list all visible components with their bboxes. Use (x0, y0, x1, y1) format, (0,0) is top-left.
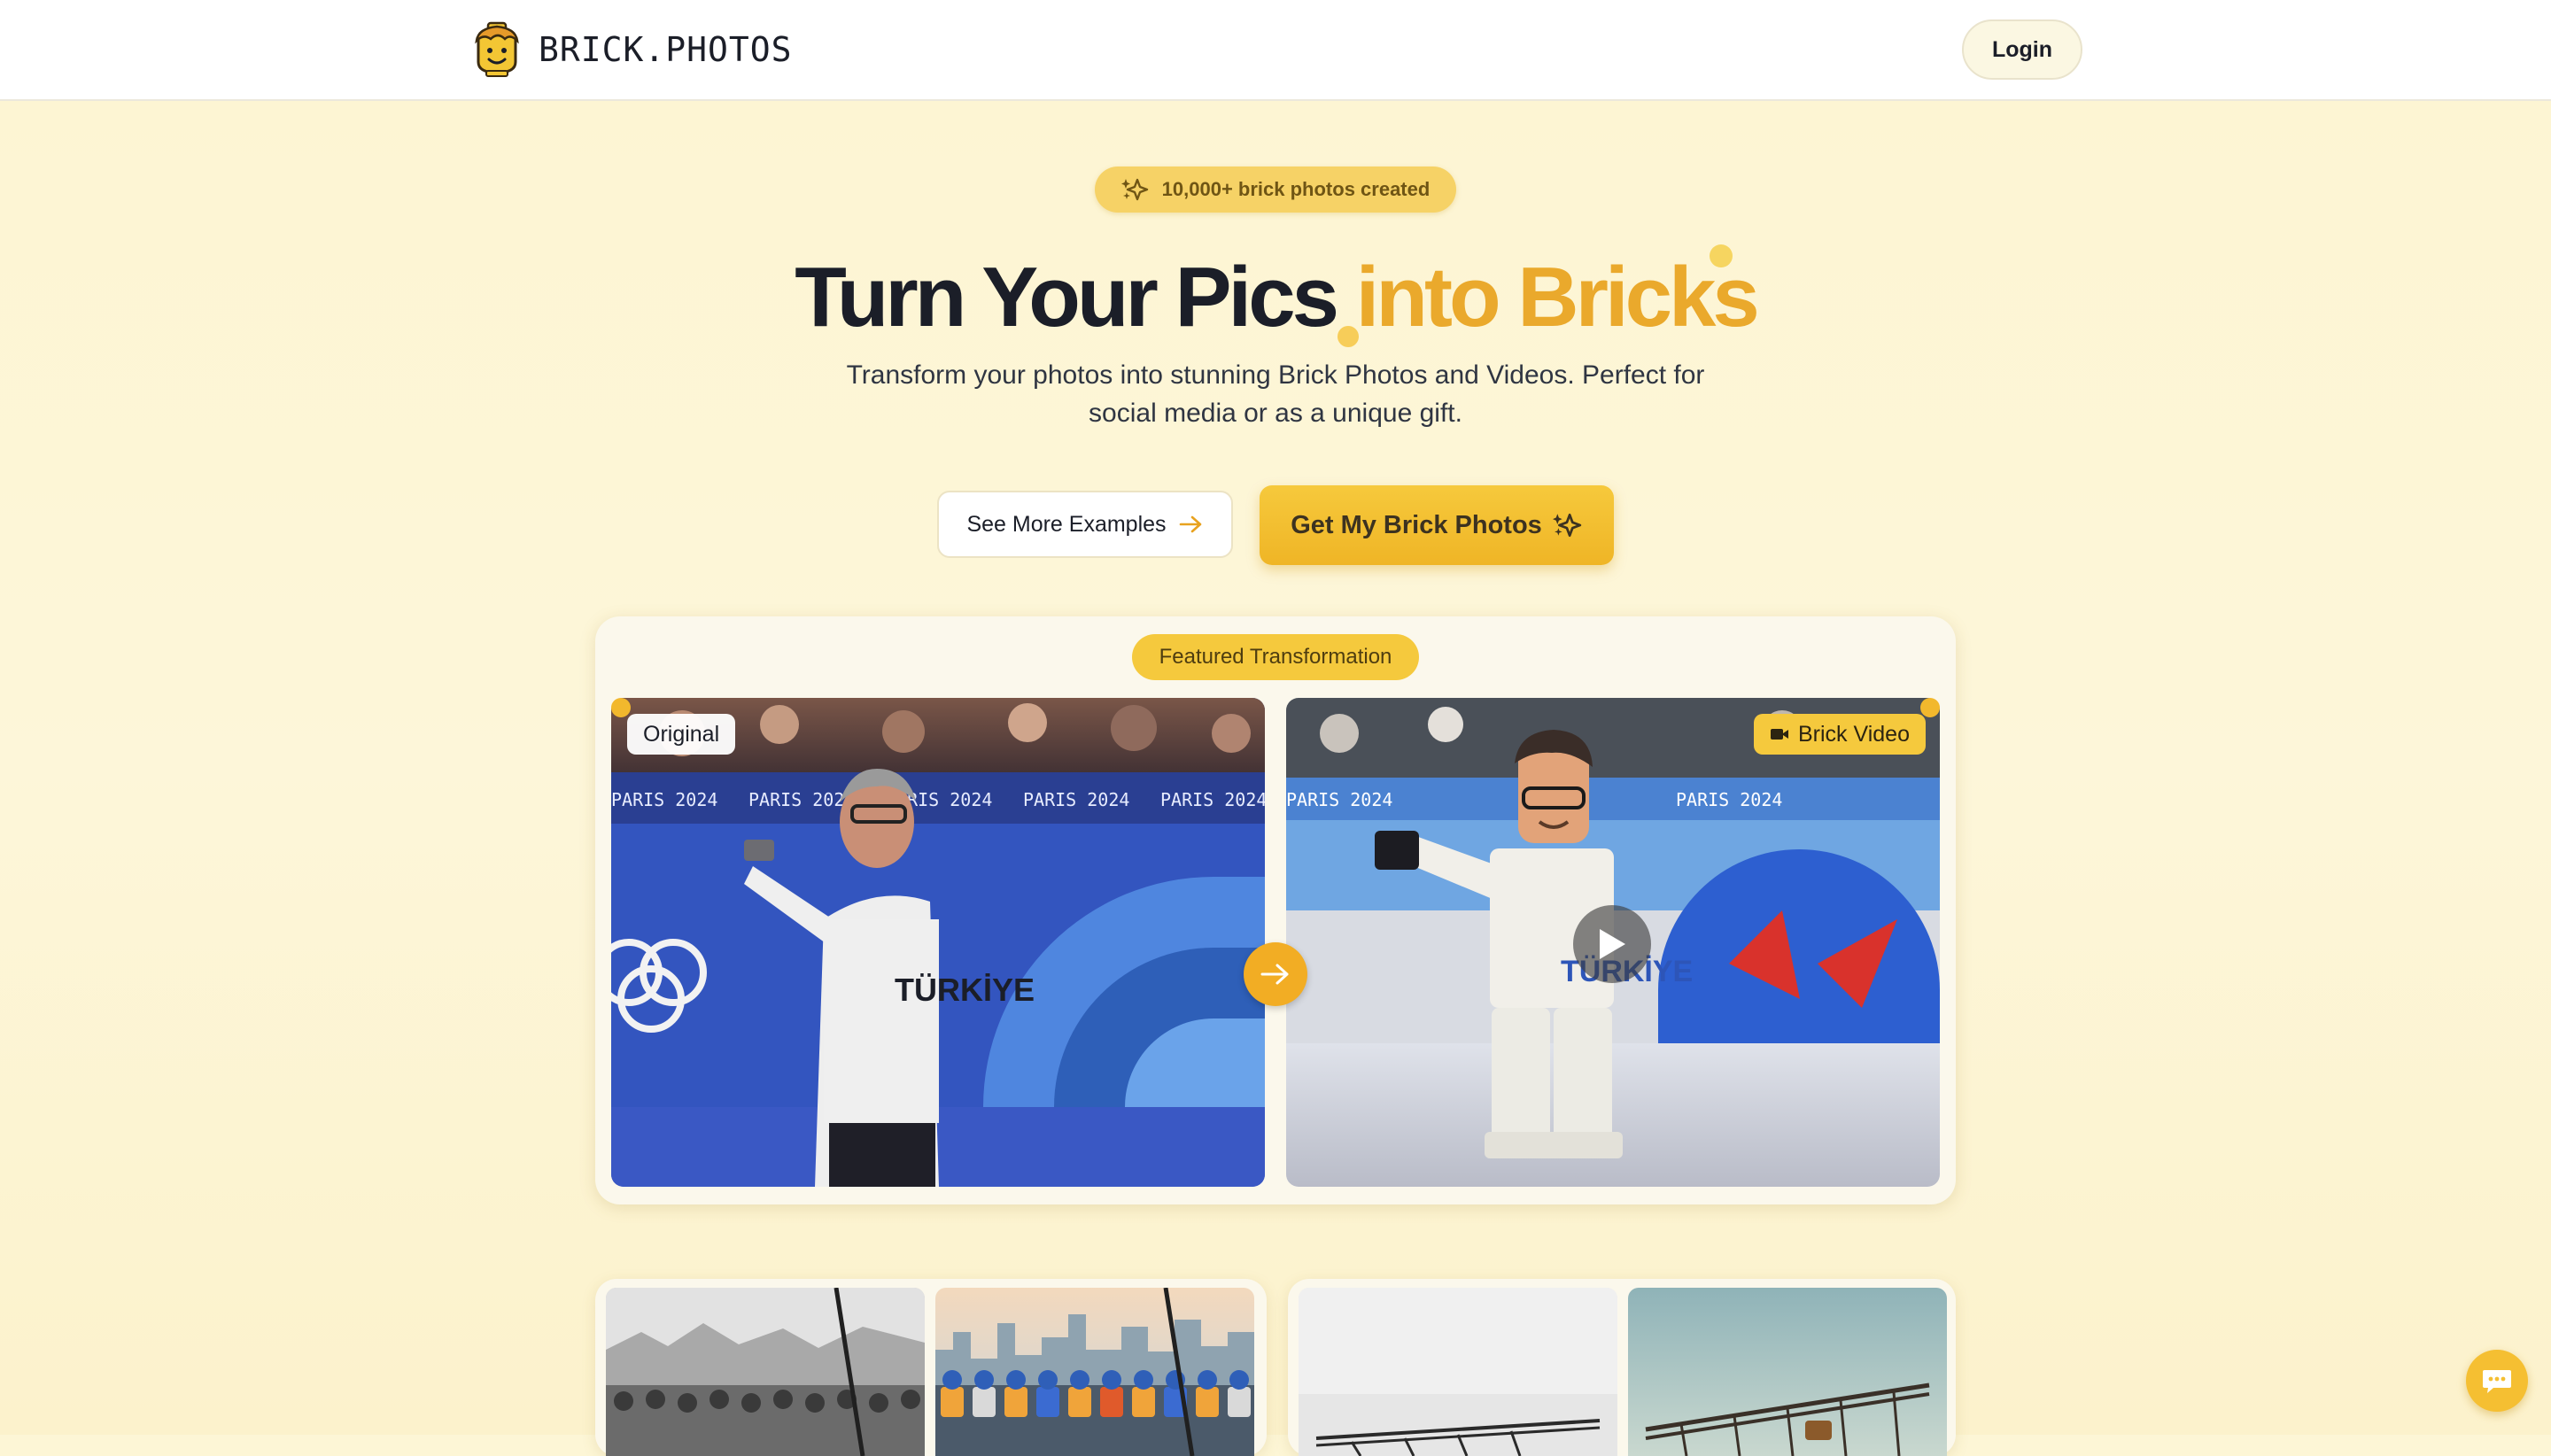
site-header: BRICK.PHOTOS Login (0, 0, 2551, 101)
get-brick-photos-button[interactable]: Get My Brick Photos (1260, 485, 1614, 565)
arrow-right-icon (1260, 964, 1289, 985)
gallery-thumb-original[interactable] (1299, 1288, 1617, 1456)
original-photo-image: PARIS 2024 PARIS 2024 PARIS 2024 PARIS 2… (611, 698, 1265, 1187)
arrow-right-icon (1179, 515, 1201, 533)
backdrop-text: PARIS 2024 (611, 789, 717, 810)
video-camera-icon (1771, 729, 1788, 740)
brick-video-label: Brick Video (1754, 714, 1926, 755)
brick-head-icon (475, 21, 519, 77)
sparkle-icon (1552, 513, 1582, 538)
backdrop-text: PARIS 2024 (1160, 789, 1265, 810)
gallery-thumb-brick[interactable] (935, 1288, 1254, 1456)
play-video-button[interactable] (1573, 905, 1651, 983)
corner-dot (611, 698, 631, 717)
sparkle-icon (1120, 178, 1148, 201)
brick-video-text: Brick Video (1798, 721, 1910, 747)
backdrop-text: PARIS 2024 (1676, 789, 1782, 810)
transform-arrow-button[interactable] (1244, 942, 1307, 1006)
backdrop-text: PARIS 2024 (1023, 789, 1129, 810)
featured-transformation-pill: Featured Transformation (1132, 634, 1419, 680)
see-more-examples-label: See More Examples (966, 511, 1167, 537)
gallery-thumb-brick[interactable] (1628, 1288, 1947, 1456)
see-more-examples-button[interactable]: See More Examples (937, 491, 1233, 558)
hero-subtitle: Transform your photos into stunning Bric… (846, 360, 1705, 428)
badge-text: 10,000+ brick photos created (1161, 178, 1431, 200)
photos-created-badge: 10,000+ brick photos created (1095, 167, 1456, 213)
brand-name: BRICK.PHOTOS (539, 30, 793, 69)
play-icon (1600, 929, 1625, 959)
get-brick-photos-label: Get My Brick Photos (1291, 510, 1542, 539)
corner-dot (1920, 698, 1940, 717)
backdrop-text: PARIS 2024 (748, 789, 855, 810)
hero-headline: Turn Your Pics into Bricks (0, 248, 2551, 347)
thumb-image (1628, 1288, 1947, 1456)
gallery-thumb-original[interactable] (606, 1288, 925, 1456)
original-label: Original (627, 714, 736, 755)
original-photo[interactable]: PARIS 2024 PARIS 2024 PARIS 2024 PARIS 2… (611, 698, 1265, 1187)
chat-widget-button[interactable] (2466, 1350, 2528, 1412)
headline-accent: into Bricks (1355, 250, 1760, 345)
thumb-image (935, 1288, 1254, 1456)
decorative-dot (1710, 244, 1733, 267)
decorative-dot (1338, 326, 1359, 347)
login-button[interactable]: Login (1962, 19, 2082, 80)
svg-text:TÜRKİYE: TÜRKİYE (895, 972, 1035, 1008)
backdrop-text: PARIS 2024 (1286, 789, 1392, 810)
thumb-image (1299, 1288, 1617, 1456)
thumb-image (606, 1288, 925, 1456)
headline-main: Turn Your Pics (795, 250, 1356, 345)
chat-bubble-icon (2483, 1370, 2511, 1393)
brand-logo[interactable]: BRICK.PHOTOS (471, 21, 793, 78)
